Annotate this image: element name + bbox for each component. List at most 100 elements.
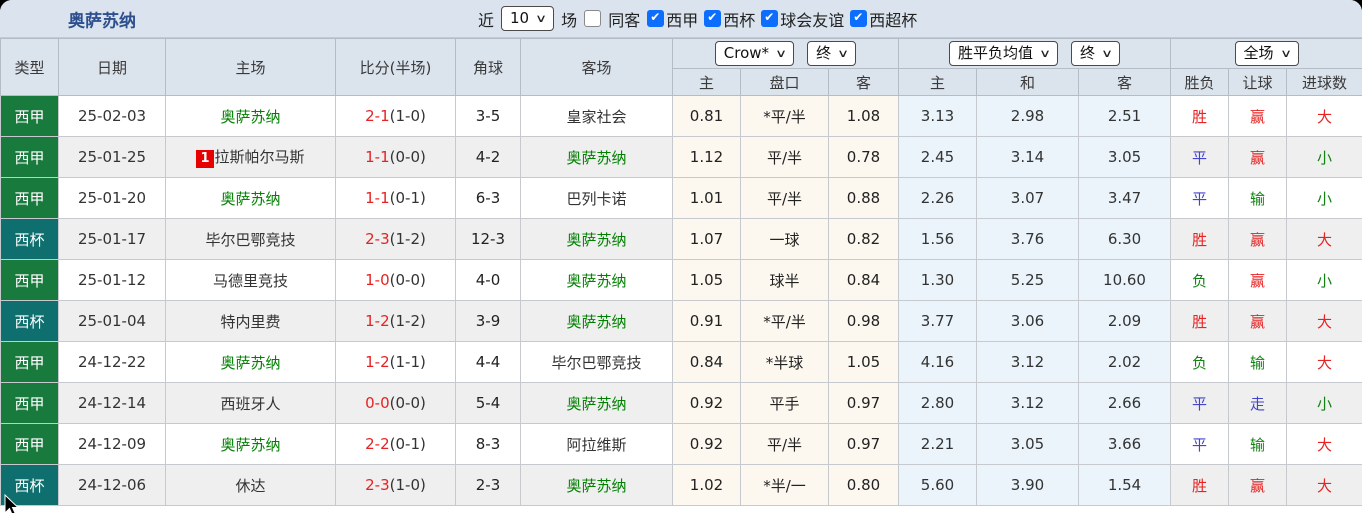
score: 1-2(1-1) xyxy=(335,341,456,383)
match-row: 西杯 24-12-06 休达 2-3(1-0) 2-3 奥萨苏纳 1.02 *半/一 0.80 5… xyxy=(0,464,1362,506)
avg-home-odds: 2.21 xyxy=(898,423,977,465)
handicap-result-badge: 赢 xyxy=(1228,464,1288,506)
away-team[interactable]: 奥萨苏纳 xyxy=(520,218,673,260)
home-team[interactable]: 奥萨苏纳 xyxy=(165,423,336,465)
odds-home: 1.01 xyxy=(672,177,741,219)
sub-header-handicap: 盘口 xyxy=(740,68,829,96)
match-row: 西杯 25-01-04 特内里费 1-2(1-2) 3-9 奥萨苏纳 0.91 *平/半 0.9… xyxy=(0,300,1362,342)
corners: 6-3 xyxy=(455,177,521,219)
home-team[interactable]: 1 拉斯帕尔马斯 xyxy=(165,136,336,178)
league-badge: 西杯 xyxy=(0,300,59,342)
avg-away-odds: 1.54 xyxy=(1077,464,1172,506)
away-team[interactable]: 毕尔巴鄂竞技 xyxy=(520,341,673,383)
handicap-line: 平手 xyxy=(740,382,829,424)
handicap-line: *平/半 xyxy=(740,300,829,342)
avg-draw-odds: 3.76 xyxy=(976,218,1079,260)
avg-draw-odds: 3.06 xyxy=(976,300,1079,342)
home-team[interactable]: 奥萨苏纳 xyxy=(165,177,336,219)
league-filter-checkbox[interactable] xyxy=(850,10,868,27)
handicap-result-badge: 输 xyxy=(1228,341,1288,383)
recent-count-select[interactable]: 10 ∨ xyxy=(501,6,555,31)
league-filters: 西甲 西杯 球会友谊 西超杯 xyxy=(647,7,917,31)
avg-home-odds: 1.56 xyxy=(898,218,977,260)
handicap-result-badge: 赢 xyxy=(1228,95,1288,137)
match-date: 25-01-17 xyxy=(58,218,166,260)
league-filter-checkbox[interactable] xyxy=(647,10,665,27)
away-team[interactable]: 巴列卡诺 xyxy=(520,177,673,219)
league-badge: 西甲 xyxy=(0,341,59,383)
away-team[interactable]: 皇家社会 xyxy=(520,95,673,137)
avg-home-odds: 2.26 xyxy=(898,177,977,219)
home-team[interactable]: 毕尔巴鄂竞技 xyxy=(165,218,336,260)
odds-final-select[interactable]: 终 ∨ xyxy=(807,41,857,66)
avg-final-select[interactable]: 终 ∨ xyxy=(1071,41,1121,66)
avg-home-odds: 2.80 xyxy=(898,382,977,424)
match-date: 25-01-20 xyxy=(58,177,166,219)
scope-select[interactable]: 全场 ∨ xyxy=(1234,41,1299,66)
avg-type-select[interactable]: 胜平负均值 ∨ xyxy=(948,41,1059,66)
avg-draw-odds: 3.12 xyxy=(976,341,1079,383)
handicap-result-badge: 输 xyxy=(1228,177,1288,219)
avg-type-value: 胜平负均值 xyxy=(957,44,1033,62)
avg-away-odds: 3.66 xyxy=(1077,423,1172,465)
result-badge: 平 xyxy=(1170,423,1230,465)
goals-result-badge: 大 xyxy=(1286,300,1362,342)
score: 0-0(0-0) xyxy=(335,382,456,424)
match-date: 25-02-03 xyxy=(58,95,166,137)
score: 2-1(1-0) xyxy=(335,95,456,137)
col-header-type: 类型 xyxy=(0,38,59,96)
odds-away: 1.08 xyxy=(828,95,899,137)
match-row: 西甲 25-02-03 奥萨苏纳 2-1(1-0) 3-5 皇家社会 0.81 *平/半 1.0… xyxy=(0,95,1362,137)
match-row: 西甲 25-01-20 奥萨苏纳 1-1(0-1) 6-3 巴列卡诺 1.01 平/半 0.88… xyxy=(0,177,1362,219)
home-team[interactable]: 休达 xyxy=(165,464,336,506)
away-team[interactable]: 奥萨苏纳 xyxy=(520,464,673,506)
away-team[interactable]: 阿拉维斯 xyxy=(520,423,673,465)
league-filter-checkbox[interactable] xyxy=(761,10,779,27)
handicap-result-badge: 赢 xyxy=(1228,136,1288,178)
home-team[interactable]: 奥萨苏纳 xyxy=(165,95,336,137)
away-team[interactable]: 奥萨苏纳 xyxy=(520,136,673,178)
score: 1-1(0-1) xyxy=(335,177,456,219)
result-badge: 负 xyxy=(1170,341,1230,383)
avg-away-odds: 3.47 xyxy=(1077,177,1172,219)
handicap-line: *半/一 xyxy=(740,464,829,506)
corners: 3-5 xyxy=(455,95,521,137)
league-badge: 西甲 xyxy=(0,95,59,137)
odds-away: 0.97 xyxy=(828,382,899,424)
match-row: 西甲 24-12-22 奥萨苏纳 1-2(1-1) 4-4 毕尔巴鄂竞技 0.84 *半球 1.… xyxy=(0,341,1362,383)
avg-final-value: 终 xyxy=(1080,44,1096,62)
away-team[interactable]: 奥萨苏纳 xyxy=(520,259,673,301)
sub-header-odds-away: 客 xyxy=(828,68,899,96)
avg-away-odds: 2.02 xyxy=(1077,341,1172,383)
league-filter-checkbox[interactable] xyxy=(704,10,722,27)
avg-away-odds: 3.05 xyxy=(1077,136,1172,178)
match-table-body: 西甲 25-02-03 奥萨苏纳 2-1(1-0) 3-5 皇家社会 0.81 *平/半 1.0… xyxy=(0,95,1362,506)
match-row: 西杯 25-01-17 毕尔巴鄂竞技 2-3(1-2) 12-3 奥萨苏纳 1.07 一球 0.… xyxy=(0,218,1362,260)
home-team[interactable]: 奥萨苏纳 xyxy=(165,341,336,383)
home-team[interactable]: 马德里竞技 xyxy=(165,259,336,301)
home-team[interactable]: 特内里费 xyxy=(165,300,336,342)
sub-header-avg-away: 客 xyxy=(1077,68,1172,96)
goals-result-badge: 大 xyxy=(1286,95,1362,137)
score: 1-2(1-2) xyxy=(335,300,456,342)
sub-header-handicap-result: 让球 xyxy=(1228,68,1288,96)
chevron-down-icon: ∨ xyxy=(837,47,850,60)
score: 2-3(1-2) xyxy=(335,218,456,260)
score: 1-1(0-0) xyxy=(335,136,456,178)
chevron-down-icon: ∨ xyxy=(1038,47,1052,60)
goals-result-badge: 大 xyxy=(1286,341,1362,383)
away-team[interactable]: 奥萨苏纳 xyxy=(520,382,673,424)
result-badge: 平 xyxy=(1170,136,1230,178)
match-date: 25-01-04 xyxy=(58,300,166,342)
home-team[interactable]: 西班牙人 xyxy=(165,382,336,424)
odds-away: 0.88 xyxy=(828,177,899,219)
avg-home-odds: 3.77 xyxy=(898,300,977,342)
same-away-checkbox[interactable] xyxy=(584,10,602,27)
avg-home-odds: 1.30 xyxy=(898,259,977,301)
league-badge: 西杯 xyxy=(0,218,59,260)
goals-result-badge: 大 xyxy=(1286,218,1362,260)
odds-source-select[interactable]: Crow* ∨ xyxy=(714,41,795,66)
avg-away-odds: 2.09 xyxy=(1077,300,1172,342)
away-team[interactable]: 奥萨苏纳 xyxy=(520,300,673,342)
avg-home-odds: 2.45 xyxy=(898,136,977,178)
